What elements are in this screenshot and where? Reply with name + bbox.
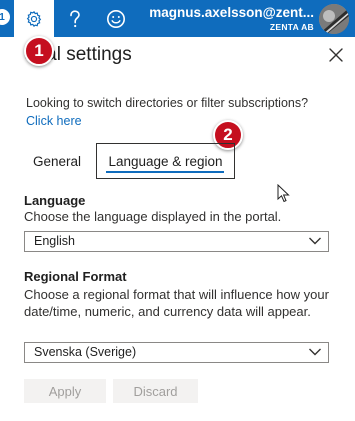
discard-button[interactable]: Discard [113,379,198,403]
account-email: magnus.axelsson@zent... [149,5,314,20]
close-icon [329,48,343,62]
account-info[interactable]: magnus.axelsson@zent... ZENTA AB [149,5,314,33]
tab-general[interactable]: General [24,143,90,179]
language-select-value: English [34,234,75,248]
avatar[interactable] [319,4,349,34]
tab-language-region[interactable]: Language & region [96,143,235,179]
annotation-badge-1: 1 [24,36,54,66]
directory-hint-text: Looking to switch directories or filter … [26,96,309,110]
settings-gear-icon [26,10,42,27]
top-navigation-bar: 1 magnus.axelsson@zent... ZENTA AB [0,0,355,37]
avatar-photo-icon [319,4,349,34]
notification-count[interactable]: 1 [0,9,10,25]
regional-format-description: Choose a regional format that will influ… [24,287,329,319]
settings-button[interactable] [14,0,54,37]
language-heading: Language [24,193,86,208]
chevron-down-icon [309,348,321,356]
language-description: Choose the language displayed in the por… [24,209,282,224]
chevron-down-icon [309,237,321,245]
close-button[interactable] [325,44,347,66]
feedback-button[interactable] [96,0,136,37]
apply-button[interactable]: Apply [24,379,106,403]
feedback-smiley-icon [107,9,125,28]
directory-link[interactable]: Click here [26,114,82,128]
help-question-icon [70,9,80,27]
account-organization: ZENTA AB [269,22,314,32]
help-button[interactable] [55,0,95,37]
regional-format-select-value: Svenska (Sverige) [34,345,137,359]
regional-format-select[interactable]: Svenska (Sverige) [24,342,329,363]
selected-tab-indicator [106,171,224,173]
language-select[interactable]: English [24,231,329,252]
mouse-cursor [277,183,291,209]
regional-format-heading: Regional Format [24,269,127,284]
mouse-cursor-icon [277,183,290,203]
